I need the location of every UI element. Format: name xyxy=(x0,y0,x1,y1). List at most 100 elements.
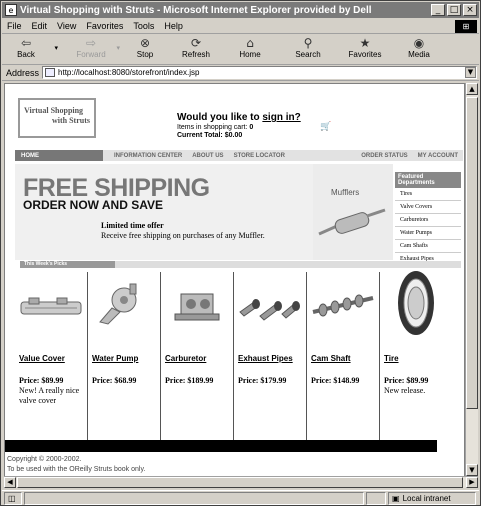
tire-icon[interactable] xyxy=(382,268,450,338)
browser-window: e Virtual Shopping with Struts - Microso… xyxy=(0,0,481,506)
stop-label: Stop xyxy=(136,50,154,59)
title-bar[interactable]: e Virtual Shopping with Struts - Microso… xyxy=(2,2,479,18)
water-pump-icon[interactable] xyxy=(90,278,158,334)
media-button[interactable]: ◉ Media xyxy=(390,35,448,65)
featured-departments: Featured Departments Tires Valve Covers … xyxy=(395,172,461,266)
back-dropdown-icon[interactable]: ▾ xyxy=(54,44,58,52)
address-bar: Address http://localhost:8080/storefront… xyxy=(2,65,479,81)
back-arrow-icon: ⇦ xyxy=(20,36,32,50)
search-button[interactable]: ⚲ Search xyxy=(276,35,340,65)
product-price: Price: $189.99 xyxy=(165,376,214,385)
refresh-button[interactable]: ⟳ Refresh xyxy=(168,35,224,65)
dept-cam-shafts[interactable]: Cam Shafts xyxy=(395,240,461,253)
nav-store-locator[interactable]: STORE LOCATOR xyxy=(229,153,290,159)
horizontal-scroll-thumb[interactable] xyxy=(17,477,463,488)
dept-valve-covers[interactable]: Valve Covers xyxy=(395,201,461,214)
product-card: Water Pump Price: $68.99 xyxy=(88,272,161,440)
shopping-cart-icon[interactable]: 🛒 xyxy=(320,122,331,132)
product-card: Carburetor Price: $189.99 xyxy=(161,272,234,440)
status-message xyxy=(24,491,364,505)
maximize-button[interactable]: □ xyxy=(447,4,461,16)
page-icon xyxy=(45,68,56,77)
vertical-scrollbar[interactable]: ▲ ▼ xyxy=(465,83,478,476)
product-name[interactable]: Water Pump xyxy=(92,354,138,363)
horizontal-scrollbar[interactable]: ◀ ▶ xyxy=(4,476,478,488)
product-card: Cam Shaft Price: $148.99 xyxy=(307,272,380,440)
dept-carburetors[interactable]: Carburetors xyxy=(395,214,461,227)
copyright-line2: To be used with the OReilly Struts book … xyxy=(7,466,146,473)
product-price: Price: $68.99 xyxy=(92,376,137,385)
banner-subhead: ORDER NOW AND SAVE xyxy=(23,198,164,212)
address-field[interactable]: http://localhost:8080/storefront/index.j… xyxy=(42,66,477,79)
dept-water-pumps[interactable]: Water Pumps xyxy=(395,227,461,240)
product-name[interactable]: Tire xyxy=(384,354,399,363)
cart-total-line: Current Total: $0.00 xyxy=(177,132,301,139)
standard-toolbar: ⇦ Back ▾ ⇨ Forward ▾ ⊗ Stop ⟳ Refresh ⌂ … xyxy=(2,35,479,65)
promo-banner[interactable]: FREE SHIPPING ORDER NOW AND SAVE Limited… xyxy=(15,164,313,260)
menu-file[interactable]: File xyxy=(2,21,27,31)
menu-favorites[interactable]: Favorites xyxy=(81,21,128,31)
signin-prompt: Would you like to sign in? xyxy=(177,112,301,123)
product-name[interactable]: Carburetor xyxy=(165,354,206,363)
dept-tires[interactable]: Tires xyxy=(395,188,461,201)
product-name[interactable]: Exhaust Pipes xyxy=(238,354,293,363)
menu-edit[interactable]: Edit xyxy=(27,21,53,31)
address-dropdown-icon[interactable]: ▼ xyxy=(465,67,476,78)
scroll-up-icon[interactable]: ▲ xyxy=(466,83,478,95)
forward-dropdown-icon[interactable]: ▾ xyxy=(116,44,120,52)
product-price: Price: $179.99 xyxy=(238,376,287,385)
menu-tools[interactable]: Tools xyxy=(128,21,159,31)
close-button[interactable]: × xyxy=(463,4,477,16)
cart-items-line: Items in shopping cart: 0 xyxy=(177,124,301,131)
logo-line1: Virtual Shopping xyxy=(24,106,84,115)
footer-bar xyxy=(5,440,437,452)
carburetor-icon[interactable] xyxy=(163,278,231,334)
cart-total-value: $0.00 xyxy=(224,132,243,139)
forward-button[interactable]: ⇨ Forward ▾ xyxy=(60,35,122,65)
copyright-line1: Copyright © 2000-2002. xyxy=(7,456,82,463)
nav-about-us[interactable]: ABOUT US xyxy=(187,153,228,159)
scroll-left-icon[interactable]: ◀ xyxy=(4,477,16,488)
exhaust-pipes-icon[interactable] xyxy=(236,278,304,334)
media-label: Media xyxy=(408,50,430,59)
window-title: Virtual Shopping with Struts - Microsoft… xyxy=(20,4,372,16)
signin-link[interactable]: sign in? xyxy=(262,112,300,123)
menu-help[interactable]: Help xyxy=(159,21,188,31)
product-name[interactable]: Value Cover xyxy=(19,354,65,363)
favorites-button[interactable]: ★ Favorites xyxy=(340,35,390,65)
minimize-button[interactable]: _ xyxy=(431,4,445,16)
ie-app-icon[interactable]: e xyxy=(5,4,17,16)
page-viewport: Virtual Shopping with Struts Would you l… xyxy=(4,83,465,488)
muffler-icon xyxy=(318,208,386,236)
site-logo[interactable]: Virtual Shopping with Struts xyxy=(18,98,96,138)
back-button[interactable]: ⇦ Back ▾ xyxy=(2,35,58,65)
vertical-scroll-thumb[interactable] xyxy=(466,97,478,409)
stop-button[interactable]: ⊗ Stop xyxy=(122,35,168,65)
favorites-icon: ★ xyxy=(359,36,371,50)
weekly-picks-label: This Week's Picks xyxy=(20,261,115,268)
product-price: Price: $89.99 xyxy=(19,376,64,385)
site-nav: HOME INFORMATION CENTER ABOUT US STORE L… xyxy=(15,150,463,161)
intranet-icon: ▣ xyxy=(392,493,400,503)
cart-items-label: Items in shopping cart: xyxy=(177,124,248,131)
cart-items-count: 0 xyxy=(249,124,254,131)
nav-information-center[interactable]: INFORMATION CENTER xyxy=(109,153,187,159)
logo-line2: with Struts xyxy=(51,116,90,125)
product-card: Value Cover Price: $89.99 New! A really … xyxy=(15,272,88,440)
product-name[interactable]: Cam Shaft xyxy=(311,354,351,363)
home-button[interactable]: ⌂ Home xyxy=(224,35,276,65)
nav-home[interactable]: HOME xyxy=(15,150,103,161)
nav-right: ORDER STATUS MY ACCOUNT xyxy=(356,153,463,159)
menu-bar: File Edit View Favorites Tools Help ⊞ xyxy=(2,19,479,34)
back-label: Back xyxy=(17,50,35,59)
muffler-promo[interactable]: Mufflers xyxy=(313,164,393,260)
home-label: Home xyxy=(239,50,261,59)
valve-cover-icon[interactable] xyxy=(17,278,85,334)
nav-my-account[interactable]: MY ACCOUNT xyxy=(413,153,463,159)
menu-view[interactable]: View xyxy=(52,21,81,31)
cam-shaft-icon[interactable] xyxy=(309,278,377,334)
scroll-down-icon[interactable]: ▼ xyxy=(466,464,478,476)
nav-order-status[interactable]: ORDER STATUS xyxy=(356,153,412,159)
address-url[interactable]: http://localhost:8080/storefront/index.j… xyxy=(58,68,465,77)
scroll-right-icon[interactable]: ▶ xyxy=(466,477,478,488)
